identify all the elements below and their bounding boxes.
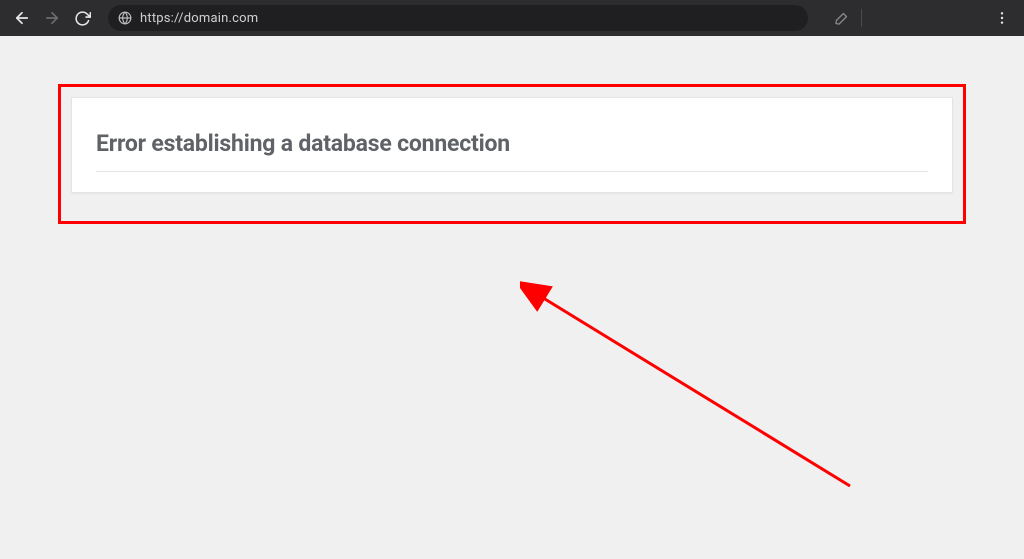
back-button[interactable] (8, 4, 36, 32)
wand-icon (834, 11, 849, 26)
annotation-highlight-box: Error establishing a database connection (58, 84, 966, 224)
globe-icon (118, 11, 132, 25)
annotation-arrow (520, 276, 880, 526)
reload-icon (74, 10, 91, 27)
extension-button[interactable] (827, 4, 855, 32)
reload-button[interactable] (68, 4, 96, 32)
separator (861, 9, 862, 27)
error-heading: Error establishing a database connection (96, 130, 928, 172)
browser-toolbar: https://domain.com (0, 0, 1024, 36)
menu-button[interactable] (988, 4, 1016, 32)
url-text: https://domain.com (140, 11, 258, 26)
error-card: Error establishing a database connection (71, 97, 953, 193)
more-vertical-icon (994, 10, 1010, 26)
arrow-left-icon (13, 9, 31, 27)
toolbar-right (827, 4, 1016, 32)
forward-button[interactable] (38, 4, 66, 32)
address-bar[interactable]: https://domain.com (108, 5, 808, 31)
arrow-right-icon (43, 9, 61, 27)
page-viewport: Error establishing a database connection (0, 36, 1024, 559)
